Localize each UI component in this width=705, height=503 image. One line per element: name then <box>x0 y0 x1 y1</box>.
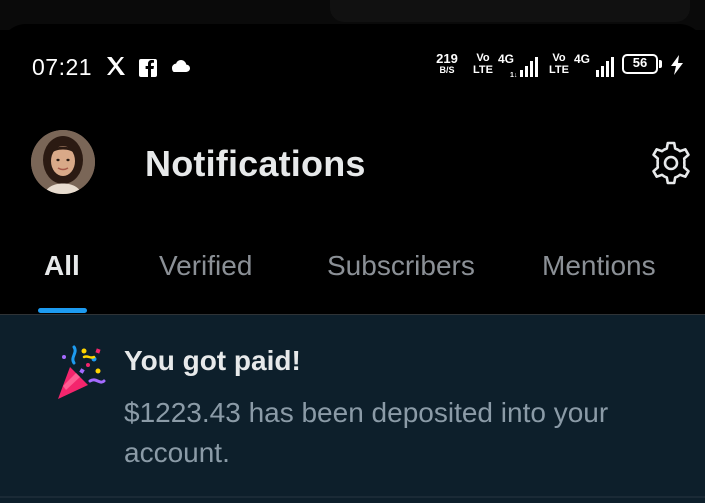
battery-cap <box>659 60 662 68</box>
avatar-image <box>31 130 95 194</box>
battery-indicator: 56 <box>622 54 666 76</box>
x-logo-icon <box>107 57 125 75</box>
network-speed-value: 219 <box>436 51 458 66</box>
volte-top: Vo <box>476 52 490 64</box>
facebook-icon <box>139 59 157 77</box>
tab-bar: All Verified Subscribers Mentions <box>0 230 705 314</box>
charging-bolt-icon <box>671 55 683 75</box>
avatar[interactable] <box>31 130 95 194</box>
notification-item[interactable]: You got paid! $1223.43 has been deposite… <box>0 315 705 503</box>
volte-bottom: LTE <box>549 64 569 76</box>
gear-icon[interactable] <box>648 140 694 186</box>
signal-bars-icon <box>596 57 614 77</box>
battery-level: 56 <box>632 55 648 70</box>
volte-label: Vo LTE <box>548 52 570 76</box>
tab-verified[interactable]: Verified <box>159 250 252 282</box>
notification-body: $1223.43 has been deposited into your ac… <box>124 397 609 468</box>
volte-label: Vo LTE <box>472 52 494 76</box>
cloud-icon <box>172 60 190 72</box>
status-bar: 07:21 219 B/S Vo LTE 4G 1↓ Vo LTE 4G 56 <box>0 24 705 108</box>
volte-bottom: LTE <box>473 64 493 76</box>
screen: 07:21 219 B/S Vo LTE 4G 1↓ Vo LTE 4G 56 … <box>0 0 705 503</box>
notification-divider <box>0 496 705 498</box>
sim2-signal: Vo LTE 4G <box>548 52 618 80</box>
tab-all[interactable]: All <box>44 250 80 282</box>
tab-subscribers[interactable]: Subscribers <box>327 250 475 282</box>
notification-title: You got paid! <box>124 345 301 376</box>
tab-mentions[interactable]: Mentions <box>542 250 656 282</box>
network-speed: 219 B/S <box>432 52 462 75</box>
svg-text:1↓: 1↓ <box>510 72 517 78</box>
volte-top: Vo <box>552 52 566 64</box>
network-speed-unit: B/S <box>439 65 455 75</box>
party-popper-icon <box>58 345 106 399</box>
header: Notifications <box>0 118 705 208</box>
status-time: 07:21 <box>32 54 93 80</box>
active-tab-indicator <box>38 308 87 313</box>
device-notch <box>330 0 690 22</box>
signal-bars-icon: 1↓ <box>510 57 538 78</box>
page-title: Notifications <box>145 143 366 184</box>
sim1-signal: Vo LTE 4G 1↓ <box>472 52 542 80</box>
